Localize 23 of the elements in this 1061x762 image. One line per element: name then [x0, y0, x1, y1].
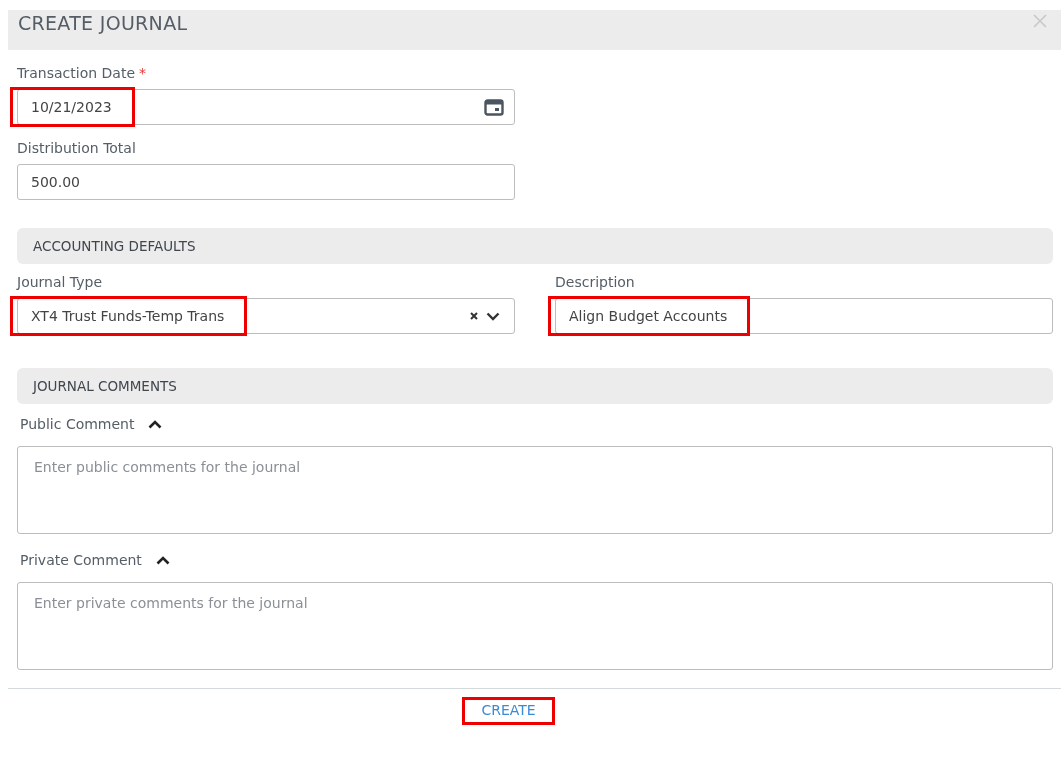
field-value: 10/21/2023: [31, 99, 112, 115]
comment-field[interactable]: Enter private comments for the journal: [17, 582, 1053, 670]
input-field[interactable]: 500.00: [17, 164, 515, 200]
comment-field[interactable]: Enter public comments for the journal: [17, 446, 1053, 534]
field-value: 500.00: [31, 174, 80, 190]
calendar-icon[interactable]: [484, 98, 504, 116]
section-title: JOURNAL COMMENTS: [33, 378, 177, 394]
field-label: Distribution Total: [17, 140, 137, 156]
required-mark: *: [139, 65, 146, 81]
clear-icon[interactable]: [470, 312, 478, 320]
field-label: Journal Type: [17, 274, 104, 290]
chevron-up-icon[interactable]: [148, 419, 163, 429]
chevron-up-icon[interactable]: [155, 555, 170, 565]
dialog-title: CREATE JOURNAL: [18, 12, 188, 34]
field-label: Description: [555, 274, 636, 290]
field-label: Transaction Date *: [17, 65, 147, 81]
create-button[interactable]: CREATE: [465, 700, 552, 722]
chevron-down-icon[interactable]: [486, 311, 500, 321]
field-value: XT4 Trust Funds-Temp Trans: [31, 308, 225, 324]
comment-label: Private Comment: [20, 552, 142, 568]
section-title: ACCOUNTING DEFAULTS: [33, 238, 196, 254]
field-value: Align Budget Accounts: [569, 308, 728, 324]
comment-label: Public Comment: [20, 416, 135, 432]
